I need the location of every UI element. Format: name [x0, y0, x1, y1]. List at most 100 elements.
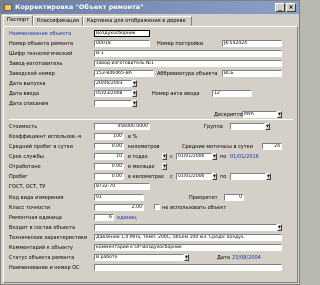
rem-edinica-unit: единиц [117, 215, 137, 221]
label-abbr: Аббревиатура объекта [157, 71, 218, 77]
naimenovanie-field[interactable]: Воздухосборник [94, 30, 150, 37]
srok-sluzhby-unit: в годах [128, 154, 148, 160]
srednii-probeg-field[interactable]: 0.00 [94, 143, 124, 150]
prioritet-field[interactable]: 0 [224, 194, 244, 201]
app-icon [4, 4, 12, 11]
window-title: Корректировка "Объект ремонта" [15, 3, 144, 11]
tech-char-field[interactable]: Давление 1,0 МПа, темп. 200С, объем 100 … [94, 234, 282, 241]
status-dropdown[interactable]: ▼ [184, 254, 189, 261]
srok-s-date[interactable]: 01/01/2006 [176, 153, 212, 160]
probeg-field[interactable]: 0.00 [94, 173, 124, 180]
nomer-akta-field[interactable]: 12 [212, 90, 252, 97]
kommentarii-field[interactable]: комментарий к ОР Воздухосборник [94, 244, 282, 251]
rem-edinica-field[interactable]: 6 [94, 214, 114, 221]
label-data-spisaniya: Дата списания [9, 101, 49, 107]
label-gruppa: Группа [204, 124, 223, 130]
label-vhodit-v-sostav: Входит в состав объекта [9, 225, 76, 231]
probeg-po-label: по [220, 174, 227, 180]
srok-po-label: по [220, 154, 227, 160]
close-button[interactable]: × [286, 3, 296, 12]
label-koef: Коэффициент использов.-я [9, 134, 82, 140]
deskriptor-field[interactable]: МУА [242, 111, 277, 118]
separator [9, 119, 293, 120]
probeg-s-date[interactable]: 01/01/2006 [176, 173, 212, 180]
probeg-po-dropdown[interactable]: ▼ [266, 173, 271, 180]
srok-po-date: 01/01/2016 [230, 154, 259, 160]
label-nomer-akta: Номер акта ввода [152, 91, 200, 97]
deskriptor-dropdown[interactable]: ▼ [277, 111, 282, 118]
srok-sluzhby-dropdown[interactable]: ▼ [162, 153, 167, 160]
data-vvoda-field[interactable]: 05/03/2008 [94, 90, 132, 97]
edit-window: Корректировка "Объект ремонта" _ × Паспо… [0, 0, 300, 285]
label-otrabotano: Отработано [9, 164, 41, 170]
label-ne-ispolzovat: не использовать объект [162, 205, 227, 211]
label-data-vvoda: Дата ввода [9, 91, 40, 97]
vhodit-v-sostav-dropdown[interactable]: ▼ [277, 224, 282, 231]
label-kommentarii: Комментарий к объекту [9, 245, 73, 251]
tab-classification[interactable]: Классификация [33, 16, 83, 26]
otrabotano-dropdown[interactable]: ▼ [162, 163, 167, 170]
srok-sluzhby-field[interactable]: 10 [94, 153, 124, 160]
label-probeg: Пробег [9, 174, 28, 180]
koef-unit: в % [128, 134, 138, 140]
label-shifr: Шифр технологический [9, 51, 73, 57]
label-zav-nomer: Заводской номер [9, 71, 55, 77]
data-spisaniya-dropdown[interactable]: ▼ [132, 100, 137, 107]
data-vypuska-dropdown[interactable]: ▼ [132, 80, 137, 87]
minimize-button[interactable]: _ [275, 3, 285, 12]
label-prioritet: Приоритет [189, 195, 218, 201]
label-kod-vida: Код вида измерения [9, 195, 64, 201]
kod-vida-field[interactable]: 01 [94, 194, 144, 201]
nomer-postr-field[interactable]: JK-542424 [222, 40, 282, 47]
srok-s-dropdown[interactable]: ▼ [212, 153, 217, 160]
srednie-motochasy-field[interactable]: 24 [262, 143, 282, 150]
status-field[interactable]: В работе [94, 254, 184, 261]
label-klass-tochnosti: Класс точности [9, 205, 51, 211]
klass-tochnosti-field[interactable]: 2.00 [94, 204, 144, 211]
data-status-value: 23/08/2004 [232, 255, 261, 261]
gruppa-dropdown[interactable]: ▼ [265, 123, 270, 130]
tab-tree-picture[interactable]: Картинка для отображения в дереве [83, 16, 192, 26]
vhodit-v-sostav-field[interactable] [94, 224, 277, 231]
shifr-field[interactable]: В-1 [94, 50, 282, 57]
label-gost: ГОСТ, ОСТ, ТУ [9, 184, 46, 190]
abbr-field[interactable]: ВСБ [222, 70, 282, 77]
label-data-vypuska: Дата выпуска [9, 81, 46, 87]
label-srednii-probeg: Средний пробег в сутки [9, 144, 73, 150]
ne-ispolzovat-checkbox[interactable] [154, 204, 160, 210]
label-status: Статус объекта ремонта [9, 255, 75, 261]
data-vypuska-field[interactable]: 20/06/2003 [94, 80, 132, 87]
label-nomer-obj: Номер объекта ремонта [9, 41, 74, 47]
probeg-s-label: с [170, 174, 173, 180]
srok-s-label: с [170, 154, 173, 160]
label-tech-char: Технические характеристики [9, 235, 88, 241]
title-bar: Корректировка "Объект ремонта" _ × [1, 1, 299, 14]
label-rem-edinica: Ремонтная единица [9, 215, 62, 221]
label-nomer-postr: Номер постройки [157, 41, 204, 47]
srednii-probeg-unit: километров [128, 144, 160, 150]
gost-field[interactable]: 8732-70 [94, 183, 150, 190]
label-stoimost: Стоимость [9, 124, 38, 130]
label-zavod: Завод-изготовитель [9, 61, 63, 67]
label-data-status: Дата [217, 255, 230, 261]
label-srednie-motochasy: Средние моточасы в сутки [182, 144, 253, 150]
probeg-po-date[interactable] [230, 173, 266, 180]
nomer-obj-field[interactable]: 00018 [94, 40, 150, 47]
data-spisaniya-field[interactable] [94, 100, 132, 107]
passport-panel: Наименование объекта Воздухосборник Номе… [3, 26, 298, 283]
naim-nomer-os-field[interactable] [94, 264, 282, 271]
label-naimenovanie: Наименование объекта [9, 31, 72, 37]
otrabotano-field[interactable]: 0.00 [94, 163, 124, 170]
probeg-s-dropdown[interactable]: ▼ [212, 173, 217, 180]
zav-nomer-field[interactable]: 153-846465-ВА [94, 70, 154, 77]
data-vvoda-dropdown[interactable]: ▼ [132, 90, 137, 97]
gruppa-field[interactable] [230, 123, 265, 130]
label-srok-sluzhby: Срок службы [9, 154, 44, 160]
tab-passport[interactable]: Паспорт [3, 15, 33, 26]
label-naim-nomer-os: Наименование и номер ОС [9, 265, 80, 271]
otrabotano-unit: в месяцах [128, 164, 155, 170]
label-deskriptor: Дескриптор [214, 112, 246, 118]
zavod-field[interactable]: завод-изготовитель №1 [94, 60, 282, 67]
koef-field[interactable]: 100 [94, 133, 124, 140]
stoimost-field[interactable]: 456000.0000 [94, 123, 150, 130]
